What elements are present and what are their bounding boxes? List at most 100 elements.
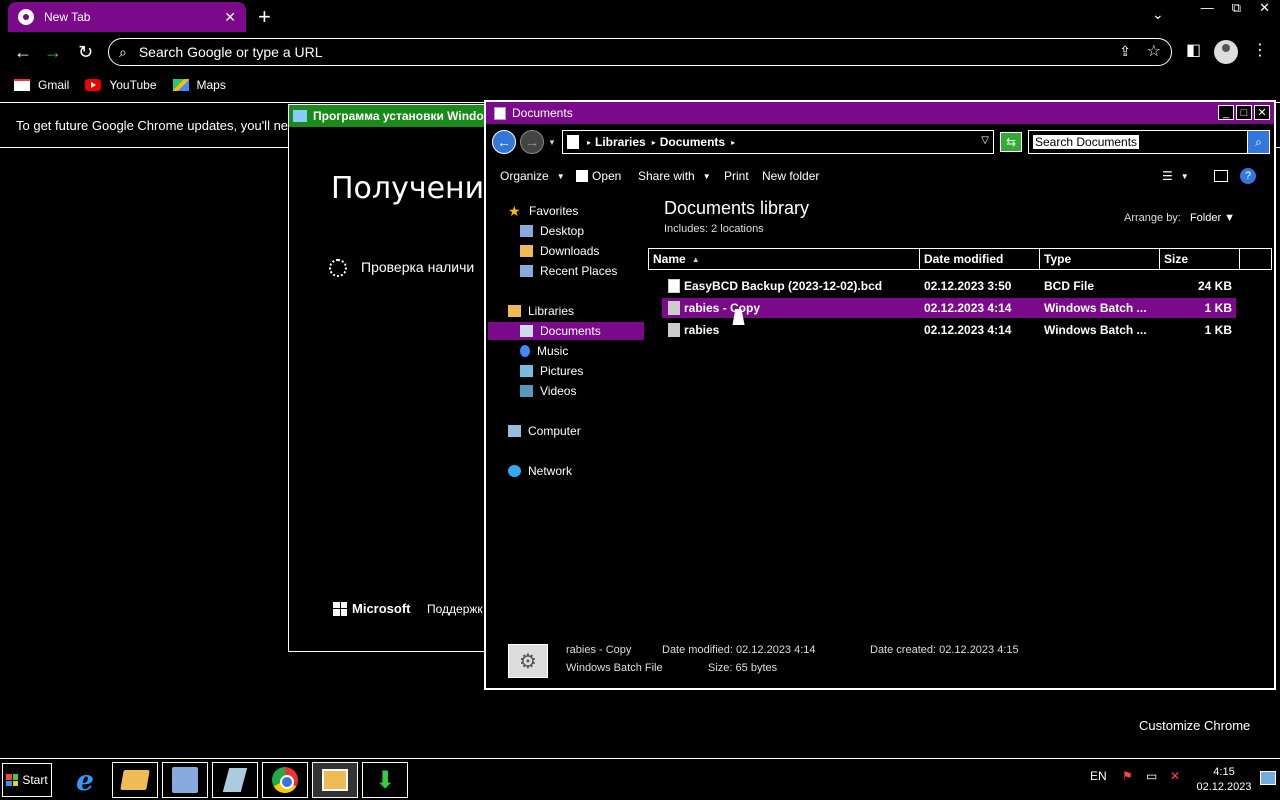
forward-button[interactable]: → — [520, 130, 544, 154]
nav-favorites[interactable]: ★ Favorites — [508, 202, 578, 220]
taskbar-notepad[interactable] — [212, 762, 258, 798]
back-arrow-icon[interactable]: ← — [14, 42, 32, 63]
show-desktop-button[interactable] — [1260, 771, 1276, 785]
refresh-icon[interactable]: ⇆ — [1000, 132, 1022, 152]
share-icon[interactable]: ⇪ — [1119, 43, 1131, 60]
details-file-name: rabies - Copy — [566, 644, 632, 656]
details-label: Date modified: — [662, 644, 733, 656]
new-folder-button[interactable]: New folder — [762, 169, 819, 183]
customize-chrome-button[interactable]: Customize Chrome — [1139, 718, 1250, 733]
nav-videos[interactable]: Videos — [520, 382, 576, 400]
chevron-down-icon: ▼ — [556, 171, 565, 181]
nav-music[interactable]: Music — [520, 342, 568, 360]
share-with-button[interactable]: Share with ▼ — [638, 169, 711, 183]
bookmark-maps[interactable]: Maps — [172, 78, 226, 92]
star-icon: ★ — [508, 203, 521, 219]
menu-icon[interactable]: ⋮ — [1252, 40, 1268, 60]
file-row-selected[interactable]: rabies - Copy 02.12.2023 4:14 Windows Ba… — [662, 298, 1236, 318]
file-row[interactable]: EasyBCD Backup (2023-12-02).bcd 02.12.20… — [662, 276, 1236, 296]
nav-documents[interactable]: Documents — [488, 322, 644, 340]
preview-pane-icon[interactable] — [1214, 170, 1228, 182]
view-options-icon[interactable]: ☰ ▼ — [1162, 169, 1189, 183]
arrange-by-dropdown[interactable]: Folder ▼ — [1190, 212, 1235, 224]
omnibox[interactable]: ⌕ Search Google or type a URL ⇪ ☆ — [108, 38, 1172, 66]
volume-muted-icon[interactable]: ✕ — [1170, 769, 1180, 783]
action-center-flag-icon[interactable]: ⚑ — [1122, 769, 1133, 783]
address-dropdown-icon[interactable]: ▽ — [981, 135, 989, 146]
taskbar-internet-explorer[interactable]: e — [62, 762, 108, 798]
column-header-size[interactable]: Size — [1160, 248, 1240, 270]
column-header-type[interactable]: Type — [1040, 248, 1160, 270]
breadcrumb-documents[interactable]: Documents — [660, 135, 725, 149]
taskbar-setup[interactable]: ⬇ — [362, 762, 408, 798]
reload-icon[interactable]: ↻ — [78, 42, 93, 63]
search-box[interactable]: Search Documents ⌕ — [1028, 130, 1270, 154]
start-button[interactable]: Start — [2, 763, 52, 797]
explorer-maximize-button[interactable]: □ — [1236, 105, 1252, 120]
minimize-button[interactable]: — — [1201, 0, 1214, 16]
search-icon[interactable]: ⌕ — [1247, 131, 1269, 153]
search-input[interactable]: Search Documents — [1033, 135, 1140, 149]
file-name: rabies — [684, 323, 720, 337]
forward-arrow-icon[interactable]: → — [44, 42, 62, 63]
support-link[interactable]: Поддержк — [427, 602, 483, 616]
nav-recent-places[interactable]: Recent Places — [520, 262, 617, 280]
column-header-extra[interactable] — [1240, 248, 1272, 270]
includes-label: Includes: — [664, 223, 709, 235]
address-bar[interactable]: ▸ Libraries ▸ Documents ▸ ▽ — [562, 130, 994, 154]
column-header-date[interactable]: Date modified — [920, 248, 1040, 270]
libraries-icon — [508, 305, 521, 317]
recent-pages-chevron-icon[interactable]: ▼ — [548, 138, 556, 147]
new-tab-button[interactable]: + — [258, 4, 271, 30]
open-label: Open — [592, 169, 622, 183]
explorer-close-button[interactable]: ✕ — [1254, 105, 1270, 120]
taskbar-chrome[interactable] — [262, 762, 308, 798]
library-icon — [567, 135, 579, 149]
nav-desktop[interactable]: Desktop — [520, 222, 584, 240]
restore-button[interactable]: ⧉ — [1232, 0, 1241, 16]
print-button[interactable]: Print — [724, 169, 749, 183]
nav-computer[interactable]: Computer — [508, 422, 581, 440]
open-button[interactable]: Open — [576, 169, 621, 183]
network-tray-icon[interactable]: ▭ — [1146, 769, 1157, 783]
documents-icon — [494, 106, 506, 120]
taskbar-file-explorer[interactable] — [112, 762, 158, 798]
bookmark-star-icon[interactable]: ☆ — [1147, 41, 1161, 61]
documents-icon — [520, 325, 533, 337]
setup-titlebar[interactable]: Программа установки Windo — [289, 105, 507, 127]
nav-label: Favorites — [529, 204, 579, 218]
nav-label: Desktop — [540, 224, 585, 238]
breadcrumb-libraries[interactable]: Libraries — [595, 135, 646, 149]
nav-downloads[interactable]: Downloads — [520, 242, 599, 260]
tab-new-tab[interactable]: New Tab ✕ — [8, 2, 246, 32]
details-created: Date created: 02.12.2023 4:15 — [870, 644, 1019, 656]
nav-pictures[interactable]: Pictures — [520, 362, 583, 380]
side-panel-icon[interactable]: ◧ — [1186, 40, 1201, 60]
includes-locations-link[interactable]: 2 locations — [711, 223, 764, 235]
taskbar-documents-window[interactable] — [312, 762, 358, 798]
bookmark-youtube[interactable]: YouTube — [85, 78, 157, 92]
help-icon[interactable]: ? — [1240, 168, 1256, 184]
chevron-right-icon[interactable]: ▸ — [731, 138, 735, 147]
chevron-right-icon[interactable]: ▸ — [587, 138, 591, 147]
bookmark-gmail[interactable]: Gmail — [14, 78, 69, 92]
pictures-icon — [520, 365, 533, 377]
nav-libraries[interactable]: Libraries — [508, 302, 574, 320]
system-clock[interactable]: 4:15 02.12.2023 — [1196, 765, 1252, 795]
arrange-label: Arrange by: — [1124, 212, 1181, 224]
file-row[interactable]: rabies 02.12.2023 4:14 Windows Batch ...… — [662, 320, 1236, 340]
column-header-name[interactable]: Name ▲ — [648, 248, 920, 270]
tab-search-icon[interactable]: ⌄ — [1152, 6, 1164, 23]
profile-avatar[interactable] — [1214, 40, 1238, 64]
explorer-titlebar[interactable]: Documents _ □ ✕ — [486, 102, 1274, 124]
explorer-minimize-button[interactable]: _ — [1218, 105, 1234, 120]
language-indicator[interactable]: EN — [1090, 769, 1107, 783]
organize-button[interactable]: Organize ▼ — [500, 169, 565, 183]
chevron-right-icon[interactable]: ▸ — [652, 138, 656, 147]
back-button[interactable]: ← — [492, 130, 516, 154]
nav-network[interactable]: Network — [508, 462, 572, 480]
taskbar-control-panel[interactable] — [162, 762, 208, 798]
windows-setup-window: Программа установки Windo Получение Пров… — [288, 104, 508, 652]
close-window-button[interactable]: ✕ — [1259, 0, 1270, 16]
tab-close-icon[interactable]: ✕ — [224, 9, 236, 26]
